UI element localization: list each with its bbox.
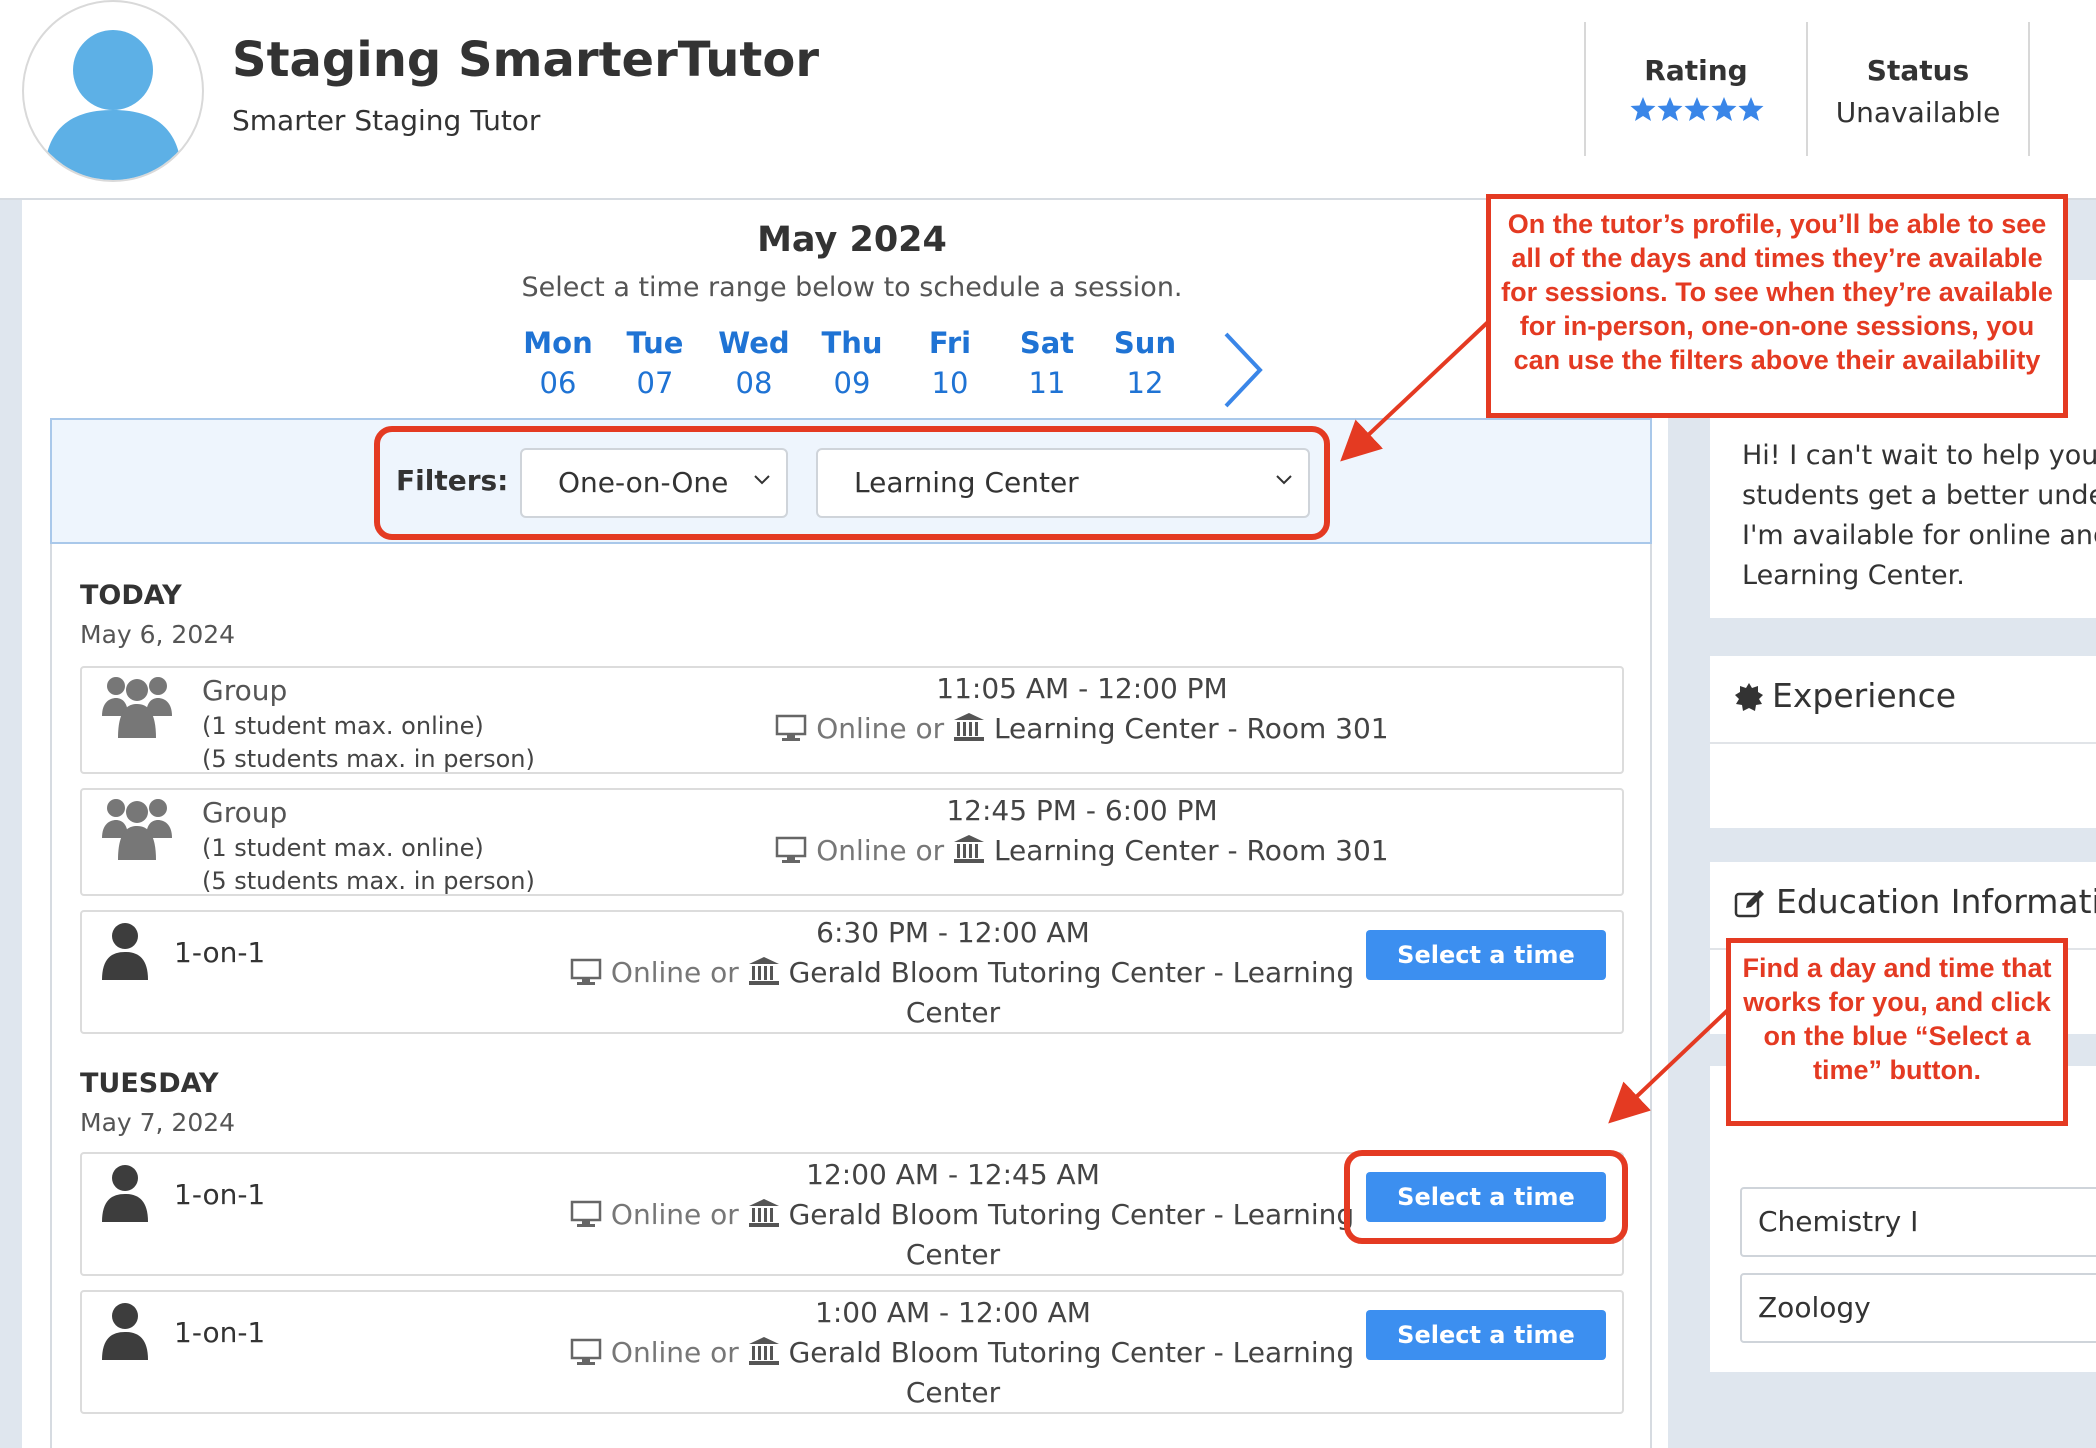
annotation-callout-filters: On the tutor’s profile, you’ll be able t… <box>1486 194 2068 418</box>
arrow-to-button <box>1608 1006 1732 1124</box>
annotation-callout-button: Find a day and time that works for you, … <box>1726 938 2068 1126</box>
arrow-to-filters <box>1340 320 1490 462</box>
